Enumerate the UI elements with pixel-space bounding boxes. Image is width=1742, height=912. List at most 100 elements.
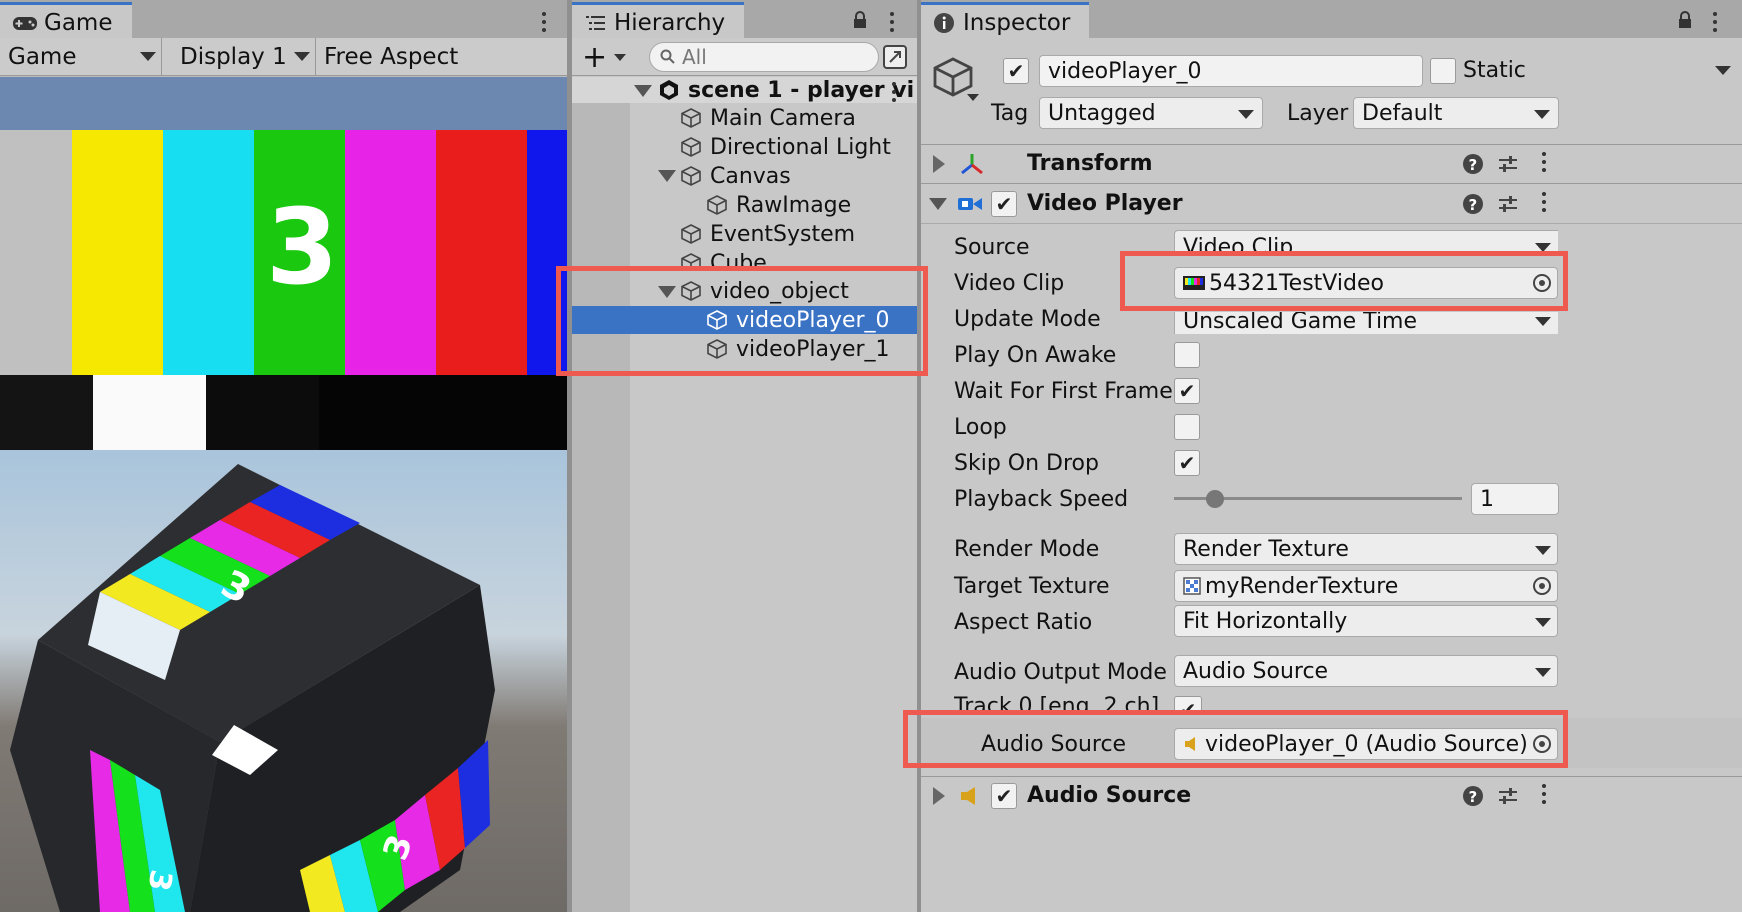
tag-dropdown[interactable]: Untagged <box>1039 97 1263 129</box>
object-picker-icon[interactable] <box>1533 577 1551 595</box>
wait-first-frame-label: Wait For First Frame <box>954 379 1173 404</box>
tab-inspector-label: Inspector <box>963 9 1071 36</box>
update-mode-label: Update Mode <box>954 307 1101 332</box>
tag-value: Untagged <box>1048 100 1156 126</box>
item-label: Directional Light <box>710 134 891 160</box>
component-menu-icon[interactable] <box>1542 152 1546 176</box>
chevron-down-icon <box>614 54 626 61</box>
component-menu-icon[interactable] <box>1542 784 1546 808</box>
check-icon: ✔ <box>995 192 1013 216</box>
inspector-menu-icon[interactable] <box>1713 12 1717 36</box>
render-mode-label: Render Mode <box>954 537 1100 562</box>
chevron-down-icon <box>1535 668 1551 677</box>
layer-dropdown[interactable]: Default <box>1353 97 1559 129</box>
hierarchy-item-directional-light[interactable]: Directional Light <box>680 133 891 161</box>
game-mode-dropdown[interactable]: Game <box>0 38 162 76</box>
slider-thumb[interactable] <box>1206 490 1225 508</box>
aspect-ratio-dropdown[interactable]: Fit Horizontally <box>1174 605 1558 637</box>
list-icon <box>586 15 605 30</box>
add-icon: + <box>582 39 608 75</box>
game-view[interactable]: 3 3 3 3 <box>0 77 567 912</box>
preset-icon[interactable] <box>1497 193 1519 215</box>
gameobject-icon <box>681 108 701 128</box>
display-dropdown[interactable]: Display 1 <box>172 38 316 76</box>
wait-first-frame-checkbox[interactable]: ✔ <box>1174 378 1200 404</box>
add-button[interactable]: + <box>582 38 632 76</box>
audio-output-mode-value: Audio Source <box>1183 658 1329 684</box>
hierarchy-item-canvas[interactable]: Canvas <box>680 162 791 190</box>
help-icon[interactable]: ? <box>1462 785 1484 807</box>
aspect-ratio-value: Fit Horizontally <box>1183 608 1348 634</box>
hierarchy-menu-icon[interactable] <box>890 12 894 36</box>
highlight-hierarchy-video-object <box>556 266 928 376</box>
skip-on-drop-checkbox[interactable]: ✔ <box>1174 450 1200 476</box>
update-mode-dropdown[interactable]: Unscaled Game Time <box>1174 312 1558 334</box>
render-texture-icon <box>1183 577 1201 595</box>
lock-icon[interactable] <box>852 10 868 30</box>
transform-title: Transform <box>1027 151 1153 176</box>
video-player-enabled-checkbox[interactable]: ✔ <box>991 191 1017 217</box>
gameobject-large-icon <box>933 57 973 97</box>
target-texture-label: Target Texture <box>954 574 1110 599</box>
audio-output-mode-dropdown[interactable]: Audio Source <box>1174 655 1558 687</box>
tab-inspector[interactable]: Inspector <box>921 2 1089 40</box>
hierarchy-item-main-camera[interactable]: Main Camera <box>680 104 856 132</box>
game-panel: Game Game Display 1 Free Aspect 3 3 3 3 <box>0 0 567 912</box>
scene-menu-icon[interactable] <box>892 82 896 106</box>
component-menu-icon[interactable] <box>1542 192 1546 216</box>
gameobject-icon <box>681 137 701 157</box>
play-on-awake-checkbox[interactable] <box>1174 342 1200 368</box>
chevron-down-icon <box>1535 546 1551 555</box>
audio-source-enabled-checkbox[interactable]: ✔ <box>991 783 1017 809</box>
layer-value: Default <box>1362 100 1443 126</box>
static-dropdown-arrow[interactable] <box>1715 66 1731 75</box>
playback-speed-input[interactable]: 1 <box>1471 483 1559 515</box>
canvas-expand-icon[interactable] <box>658 170 676 182</box>
active-checkbox[interactable]: ✔ <box>1003 58 1029 84</box>
hierarchy-search-input[interactable]: All <box>649 42 879 72</box>
aspect-dropdown[interactable]: Free Aspect <box>318 38 567 76</box>
update-mode-value: Unscaled Game Time <box>1183 312 1418 334</box>
hierarchy-item-rawimage[interactable]: RawImage <box>706 191 851 219</box>
search-placeholder: All <box>682 45 707 69</box>
hierarchy-item-eventsystem[interactable]: EventSystem <box>680 220 855 248</box>
help-icon[interactable]: ? <box>1462 153 1484 175</box>
tag-label: Tag <box>991 101 1029 126</box>
search-icon <box>660 49 675 64</box>
playback-speed-slider[interactable] <box>1174 484 1462 514</box>
check-icon: ✔ <box>1178 451 1196 475</box>
preset-icon[interactable] <box>1497 153 1519 175</box>
static-checkbox[interactable] <box>1430 58 1456 84</box>
item-label: EventSystem <box>710 221 856 247</box>
object-name-value: videoPlayer_0 <box>1048 58 1202 84</box>
loop-checkbox[interactable] <box>1174 414 1200 440</box>
game-menu-icon[interactable] <box>542 12 546 36</box>
loop-label: Loop <box>954 415 1007 440</box>
lower-bars <box>0 375 567 450</box>
tab-game[interactable]: Game <box>0 2 132 40</box>
object-name-field[interactable]: videoPlayer_0 <box>1039 55 1423 87</box>
video-clip-label: Video Clip <box>954 271 1065 296</box>
video-player-expand-icon[interactable] <box>929 198 947 210</box>
svg-text:?: ? <box>1469 788 1478 806</box>
render-mode-dropdown[interactable]: Render Texture <box>1174 533 1558 565</box>
highlight-video-clip-field <box>1120 251 1568 311</box>
help-icon[interactable]: ? <box>1462 193 1484 215</box>
chevron-down-icon <box>1535 618 1551 627</box>
transform-expand-icon[interactable] <box>933 155 945 173</box>
scene-name: scene 1 - player vi <box>688 77 915 103</box>
aspect-label: Free Aspect <box>324 44 459 70</box>
lock-icon[interactable] <box>1677 10 1693 30</box>
skip-on-drop-label: Skip On Drop <box>954 451 1099 476</box>
gamepad-icon <box>13 16 37 30</box>
info-icon <box>934 12 954 33</box>
expand-window-icon[interactable] <box>882 44 908 70</box>
target-texture-field[interactable]: myRenderTexture <box>1174 570 1558 602</box>
tab-hierarchy[interactable]: Hierarchy <box>572 2 744 40</box>
transform-icon <box>961 154 983 175</box>
item-label: Main Camera <box>710 105 856 131</box>
icon-dropdown-arrow[interactable] <box>967 94 979 101</box>
scene-expand-icon[interactable] <box>634 85 652 97</box>
audio-source-expand-icon[interactable] <box>933 787 945 805</box>
preset-icon[interactable] <box>1497 785 1519 807</box>
